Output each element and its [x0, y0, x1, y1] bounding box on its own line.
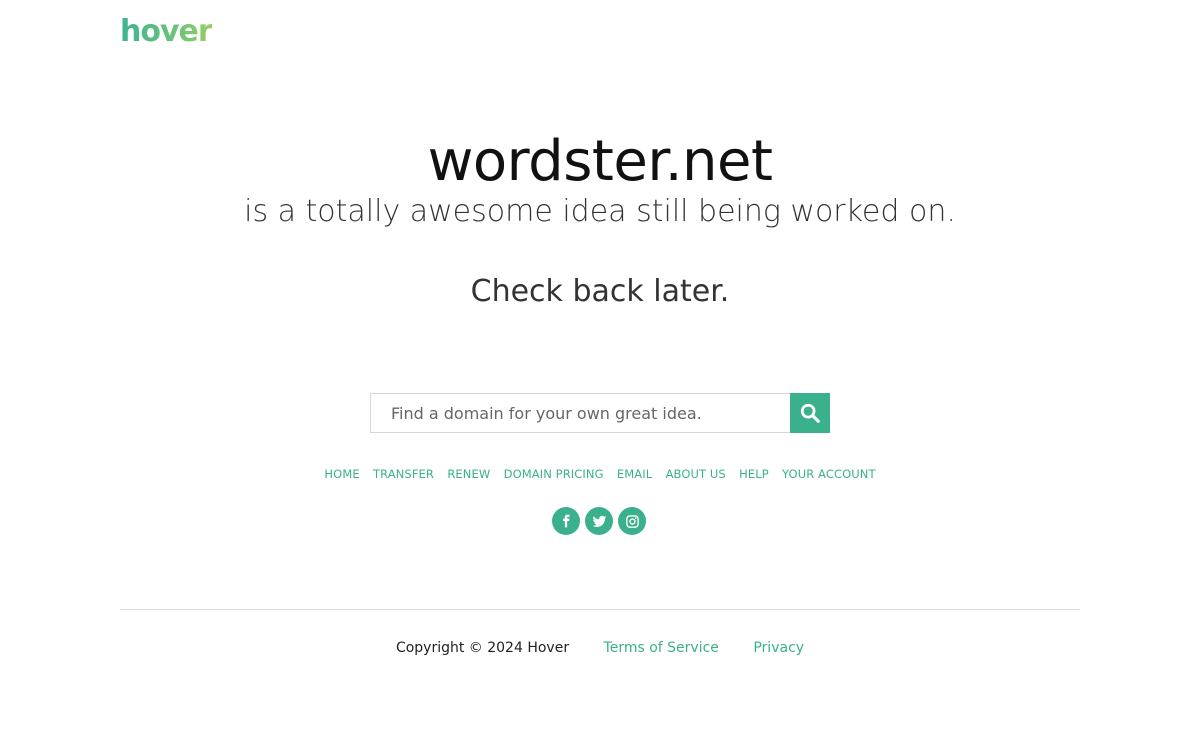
twitter-icon — [592, 515, 606, 527]
instagram-link[interactable] — [618, 507, 646, 535]
page: hover wordster.net is a totally awesome … — [0, 0, 1200, 740]
copyright-text: Copyright © 2024 Hover — [395, 640, 570, 656]
domain-search — [370, 393, 830, 433]
search-button[interactable] — [790, 393, 830, 433]
instagram-icon — [625, 514, 639, 528]
hero: wordster.net is a totally awesome idea s… — [0, 128, 1200, 310]
nav-domain-pricing[interactable]: DOMAIN PRICING — [504, 467, 604, 481]
footer-divider — [120, 609, 1080, 610]
footer: Copyright © 2024 Hover Terms of Service … — [0, 640, 1200, 656]
nav-your-account[interactable]: YOUR ACCOUNT — [782, 467, 876, 481]
check-back-text: Check back later. — [470, 274, 730, 309]
domain-title: wordster.net — [427, 129, 773, 194]
search-icon — [800, 403, 820, 423]
nav-email[interactable]: EMAIL — [617, 467, 652, 481]
tagline: is a totally awesome idea still being wo… — [244, 194, 956, 229]
nav-about-us[interactable]: ABOUT US — [666, 467, 726, 481]
facebook-link[interactable] — [552, 507, 580, 535]
twitter-link[interactable] — [585, 507, 613, 535]
nav-home[interactable]: HOME — [324, 467, 359, 481]
domain-search-input[interactable] — [370, 393, 790, 433]
nav-renew[interactable]: RENEW — [447, 467, 490, 481]
nav-help[interactable]: HELP — [739, 467, 769, 481]
social-links — [552, 507, 646, 535]
footer-nav: HOME TRANSFER RENEW DOMAIN PRICING EMAIL… — [0, 467, 1200, 481]
nav-transfer[interactable]: TRANSFER — [373, 467, 434, 481]
privacy-link[interactable]: Privacy — [753, 640, 804, 656]
hover-logo[interactable]: hover — [120, 14, 213, 49]
facebook-icon — [563, 514, 570, 528]
terms-of-service-link[interactable]: Terms of Service — [604, 640, 719, 656]
